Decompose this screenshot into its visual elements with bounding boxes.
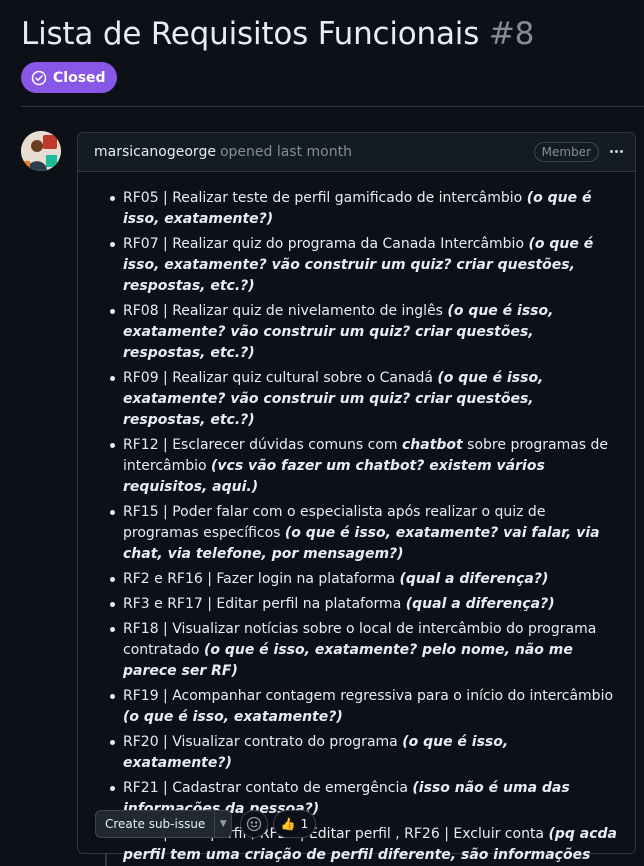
- list-item: RF07 | Realizar quiz do programa da Cana…: [108, 234, 620, 297]
- reaction-count: 1: [300, 817, 309, 831]
- thumbs-up-icon: 👍: [280, 817, 296, 831]
- list-item: RF05 | Realizar teste de perfil gamifica…: [108, 188, 620, 230]
- issue-title: Lista de Requisitos Funcionais: [21, 16, 480, 52]
- author-link[interactable]: marsicanogeorge: [94, 144, 216, 160]
- smiley-icon: [246, 816, 262, 832]
- list-item: RF19 | Acompanhar contagem regressiva pa…: [108, 686, 620, 728]
- caret-down-icon[interactable]: ▼: [215, 819, 231, 829]
- create-sub-issue-button[interactable]: Create sub-issue ▼: [95, 810, 232, 838]
- header-divider: [21, 106, 644, 107]
- avatar[interactable]: [21, 131, 61, 171]
- list-item: RF09 | Realizar quiz cultural sobre o Ca…: [108, 368, 620, 431]
- list-item: RF20 | Visualizar contrato do programa (…: [108, 732, 620, 774]
- issue-number: #8: [488, 16, 535, 52]
- list-item: RF08 | Realizar quiz de nivelamento de i…: [108, 301, 620, 364]
- kebab-menu-icon[interactable]: [607, 141, 625, 161]
- thumbs-up-reaction[interactable]: 👍 1: [273, 810, 316, 838]
- state-label: Closed: [53, 69, 106, 86]
- issue-title-row: Lista de Requisitos Funcionais #8: [21, 16, 534, 52]
- create-sub-issue-label[interactable]: Create sub-issue: [96, 811, 216, 837]
- opened-timestamp[interactable]: opened last month: [220, 144, 352, 160]
- list-item: RF12 | Esclarecer dúvidas comuns com cha…: [108, 435, 620, 498]
- list-item: RF2 e RF16 | Fazer login na plataforma (…: [108, 569, 620, 590]
- comment-header: marsicanogeorge opened last month Member: [78, 133, 635, 172]
- list-item: RF15 | Poder falar com o especialista ap…: [108, 502, 620, 565]
- closed-state-badge: Closed: [21, 62, 117, 93]
- issue-comment: marsicanogeorge opened last month Member…: [77, 132, 636, 863]
- list-item: RF3 e RF17 | Editar perfil na plataforma…: [108, 594, 620, 615]
- requirements-list: RF05 | Realizar teste de perfil gamifica…: [108, 188, 620, 866]
- timeline-connector: [105, 854, 107, 866]
- check-circle-icon: [31, 70, 47, 85]
- member-badge: Member: [533, 142, 599, 162]
- list-item: RF18 | Visualizar notícias sobre o local…: [108, 619, 620, 682]
- add-reaction-button[interactable]: [240, 810, 268, 838]
